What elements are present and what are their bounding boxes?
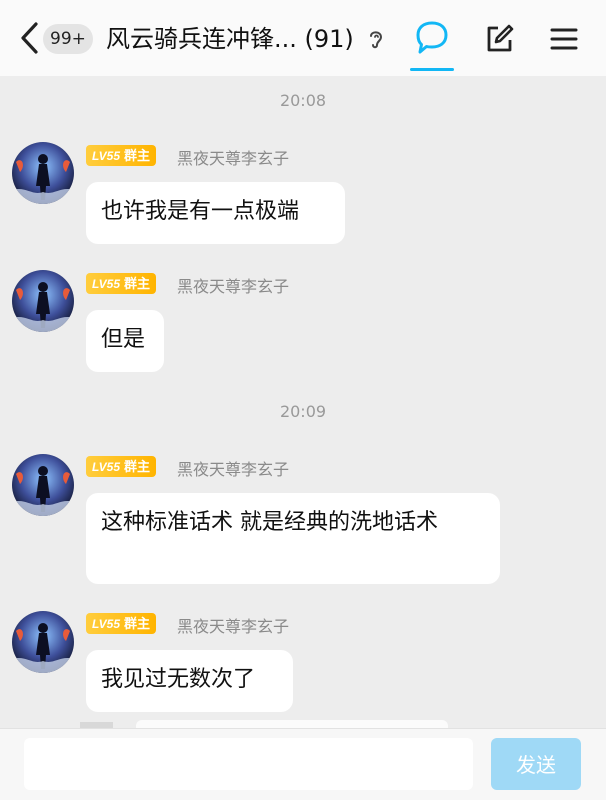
message-list[interactable]: 20:08 LV55 群主 黑夜天尊李玄子 也许我是有一点极端 LV55 群主 黑夜… <box>0 76 606 728</box>
avatar-image <box>12 611 74 673</box>
level-tag: LV55 群主 <box>86 456 157 477</box>
menu-button[interactable] <box>547 22 581 56</box>
sender-name[interactable]: 黑夜天尊李玄子 <box>177 145 289 169</box>
timestamp: 20:08 <box>279 91 327 110</box>
active-tab-indicator <box>410 68 454 71</box>
role-label: 群主 <box>124 616 151 631</box>
chat-bubble-icon <box>416 21 448 54</box>
role-label: 群主 <box>124 276 151 291</box>
sender-name[interactable]: 黑夜天尊李玄子 <box>177 613 289 637</box>
tab-chat[interactable] <box>410 16 454 74</box>
role-label: 群主 <box>124 148 151 163</box>
edit-icon <box>487 24 514 52</box>
avatar[interactable] <box>12 454 74 516</box>
send-button[interactable]: 发送 <box>491 738 581 790</box>
avatar[interactable] <box>12 142 74 204</box>
sender-name[interactable]: 黑夜天尊李玄子 <box>177 456 289 480</box>
level-tag: LV55 群主 <box>86 145 157 166</box>
avatar-image <box>12 454 74 516</box>
level-tag: LV55 群主 <box>86 613 157 634</box>
message-bubble[interactable]: 我见过无数次了 <box>86 650 293 712</box>
unread-badge[interactable]: 99+ <box>43 24 93 54</box>
avatar-image <box>12 142 74 204</box>
role-label: 群主 <box>124 459 151 474</box>
timestamp: 20:09 <box>279 402 327 421</box>
input-bar: 发送 <box>0 728 606 800</box>
back-button[interactable] <box>14 20 44 56</box>
partial-message-preview <box>80 720 450 728</box>
level-label: LV55 <box>92 149 121 163</box>
message-input[interactable] <box>24 738 473 790</box>
chat-header: 99+ 风云骑兵连冲锋... (91) <box>0 0 606 76</box>
level-label: LV55 <box>92 460 121 474</box>
level-label: LV55 <box>92 617 121 631</box>
level-tag: LV55 群主 <box>86 273 157 294</box>
back-arrow-icon <box>21 22 38 54</box>
avatar-image <box>12 270 74 332</box>
avatar[interactable] <box>12 611 74 673</box>
message-bubble[interactable]: 也许我是有一点极端 <box>86 182 345 244</box>
menu-icon <box>550 28 578 50</box>
avatar[interactable] <box>12 270 74 332</box>
message-bubble[interactable]: 这种标准话术 就是经典的洗地话术 <box>86 493 500 584</box>
partial-bubble <box>136 720 448 728</box>
edit-button[interactable] <box>482 22 516 56</box>
level-label: LV55 <box>92 277 121 291</box>
sender-name[interactable]: 黑夜天尊李玄子 <box>177 273 289 297</box>
ear-icon <box>370 31 383 49</box>
group-title[interactable]: 风云骑兵连冲锋... (91) <box>106 22 354 56</box>
message-bubble[interactable]: 但是 <box>86 310 164 372</box>
